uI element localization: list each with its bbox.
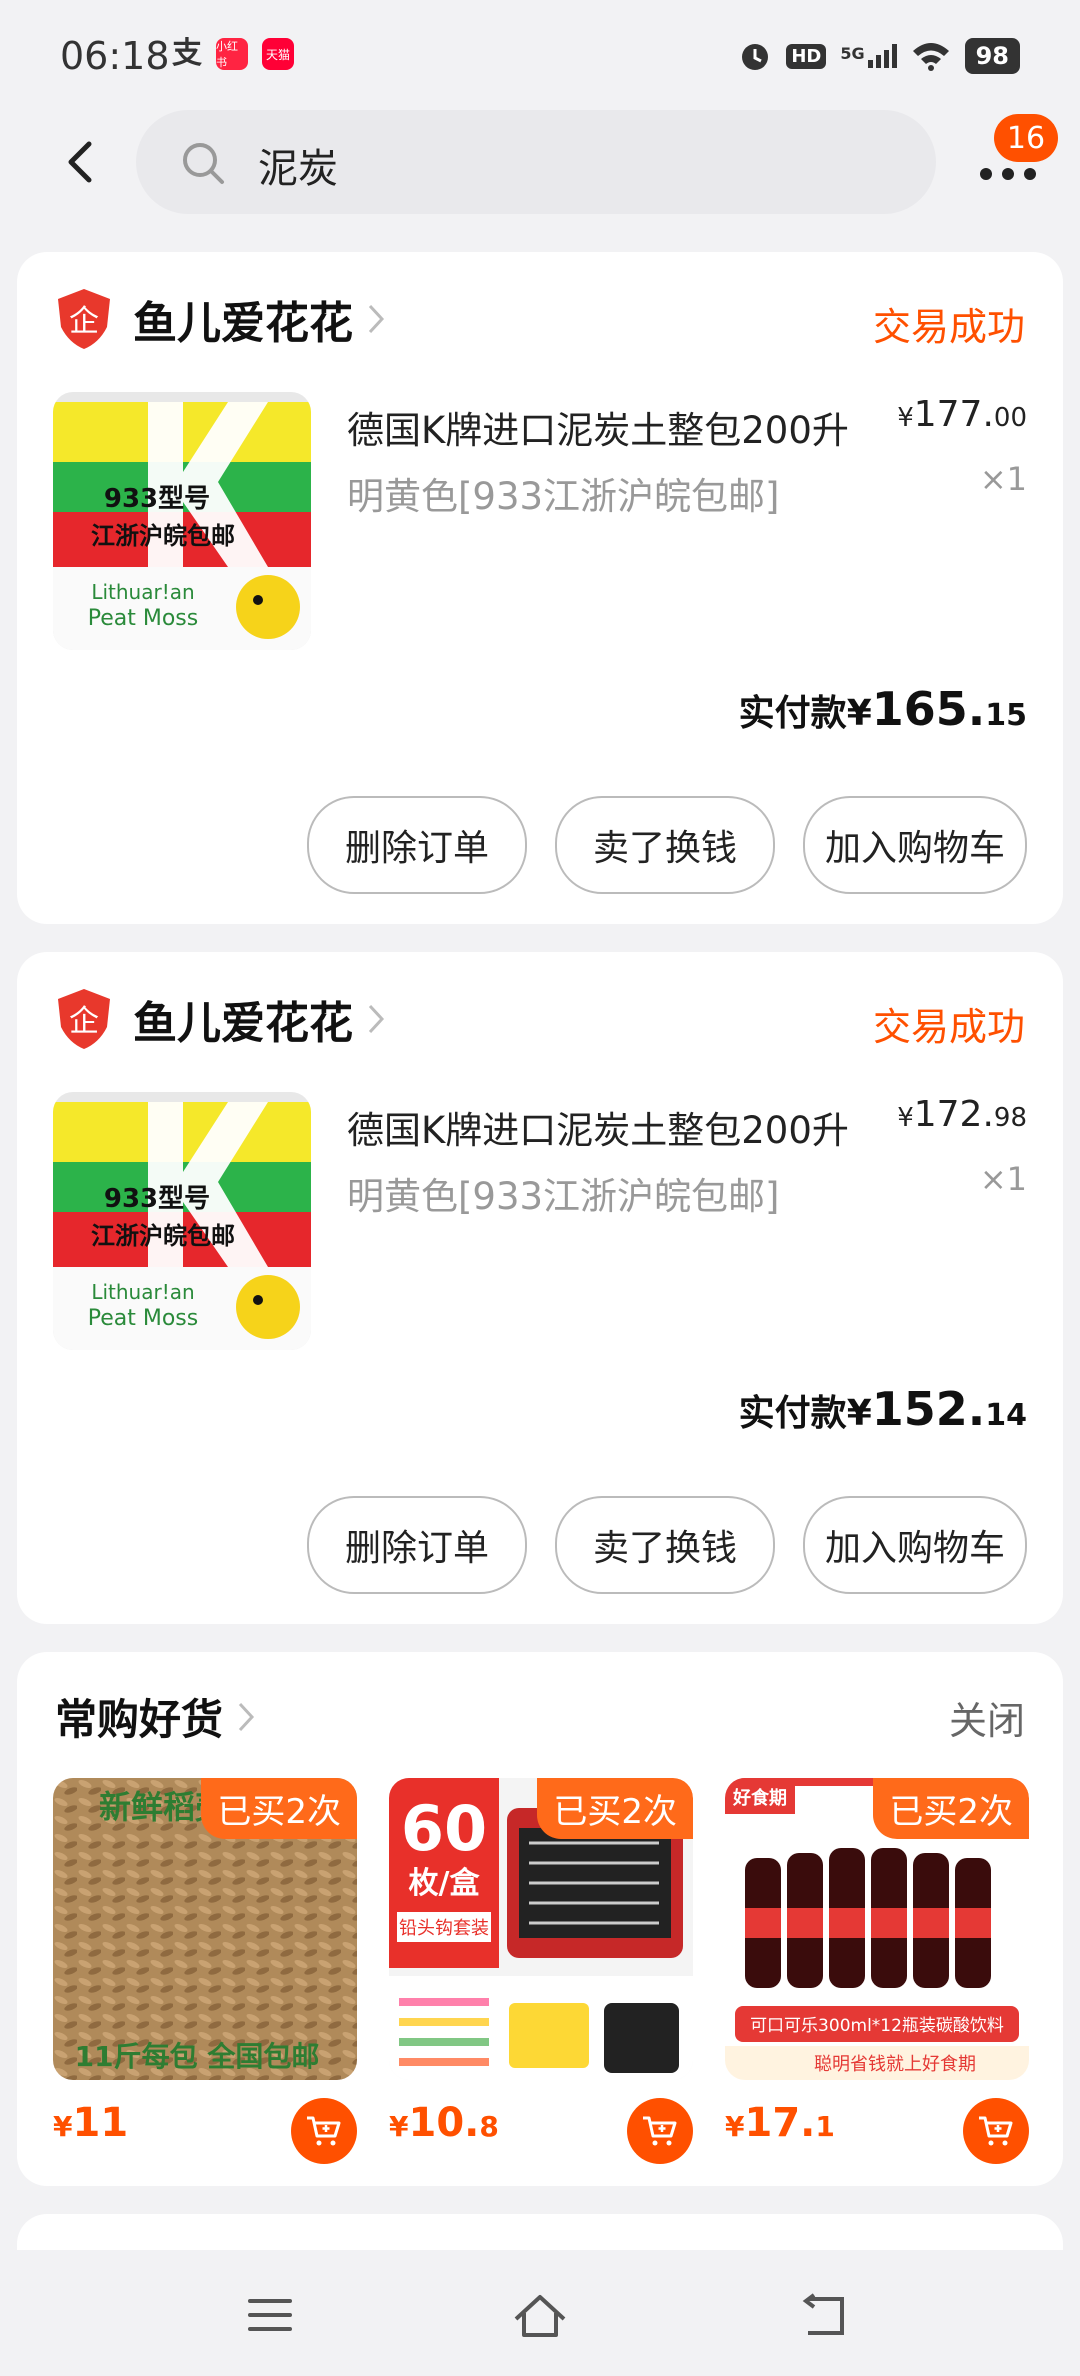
chevron-right-icon xyxy=(368,1004,385,1034)
back-button[interactable] xyxy=(50,132,110,192)
svg-text:江浙沪皖包邮: 江浙沪皖包邮 xyxy=(91,1222,235,1250)
item-price: ¥10.8 xyxy=(389,2100,499,2146)
order-card: 企 鱼儿爱花花 交易成功 933型号 江浙沪皖包邮 Lithuar!an Pea… xyxy=(17,252,1063,924)
svg-text:11斤每包 全国包邮: 11斤每包 全国包邮 xyxy=(75,2040,320,2073)
svg-text:933型号: 933型号 xyxy=(104,1184,210,1214)
frequent-item[interactable]: 60 枚/盒 铅头钩套装 已买2次 ¥10.8 xyxy=(389,1778,693,2164)
enterprise-shield-icon: 企 xyxy=(58,989,110,1049)
product-image: 60 枚/盒 铅头钩套装 已买2次 xyxy=(389,1778,693,2080)
product-image: 新鲜稻壳 11斤每包 全国包邮 已买2次 xyxy=(53,1778,357,2080)
order-actions: 删除订单 卖了换钱 加入购物车 xyxy=(306,796,1027,894)
delete-order-button[interactable]: 删除订单 xyxy=(306,796,527,894)
notification-icons: 支 小红书 天猫 xyxy=(172,38,294,70)
product-title[interactable]: 德国K牌进口泥炭土整包200升 xyxy=(347,1100,887,1154)
back-nav-button[interactable] xyxy=(784,2280,864,2350)
enterprise-shield-icon: 企 xyxy=(58,289,110,349)
product-image[interactable]: 933型号 江浙沪皖包邮 Lithuar!an Peat Moss xyxy=(53,1092,311,1350)
delete-order-button[interactable]: 删除订单 xyxy=(306,1496,527,1594)
unit-price: ¥172.98 xyxy=(897,1094,1027,1135)
order-card: 企 鱼儿爱花花 交易成功 933型号 江浙沪皖包邮 Lithuar!an Pea… xyxy=(17,952,1063,1624)
chevron-left-icon xyxy=(68,141,92,183)
home-button[interactable] xyxy=(500,2280,580,2350)
product-spec: 明黄色[933江浙沪皖包邮] xyxy=(347,1175,780,1218)
cart-icon xyxy=(643,2116,677,2146)
alipay-icon: 支 xyxy=(172,36,202,71)
product-spec: 明黄色[933江浙沪皖包邮] xyxy=(347,475,780,518)
system-nav-bar xyxy=(0,2250,1080,2376)
svg-text:Lithuar!an: Lithuar!an xyxy=(91,580,194,604)
svg-text:Peat Moss: Peat Moss xyxy=(88,1306,198,1331)
status-right-icons: HD 5G 98 xyxy=(738,38,1020,74)
svg-text:60: 60 xyxy=(401,1792,487,1865)
search-header: 泥炭 16 xyxy=(0,110,1080,220)
shop-name: 鱼儿爱花花 xyxy=(133,298,353,349)
tmall-icon: 天猫 xyxy=(262,38,294,70)
bought-count-tag: 已买2次 xyxy=(537,1778,693,1839)
search-input[interactable]: 泥炭 xyxy=(136,110,936,214)
product-image: 好食期 可口可乐300ml*12瓶装碳酸饮料 聪明省钱就上好食期 已买2次 xyxy=(725,1778,1029,2080)
bought-count-tag: 已买2次 xyxy=(201,1778,357,1839)
message-badge: 16 xyxy=(994,114,1058,162)
cart-icon xyxy=(307,2116,341,2146)
add-to-cart-button[interactable] xyxy=(627,2098,693,2164)
hd-icon: HD xyxy=(786,43,827,69)
svg-text:可口可乐300ml*12瓶装碳酸饮料: 可口可乐300ml*12瓶装碳酸饮料 xyxy=(750,2016,1004,2036)
battery-icon: 98 xyxy=(964,38,1020,74)
paid-amount: 实付款¥152.14 xyxy=(738,1382,1027,1436)
product-image[interactable]: 933型号 江浙沪皖包邮 Lithuar!an Peat Moss xyxy=(53,392,311,650)
frequent-goods-title[interactable]: 常购好货 xyxy=(55,1686,255,1747)
signal-icon: 5G xyxy=(840,44,897,68)
quantity: ×1 xyxy=(979,1160,1027,1198)
shop-link[interactable]: 企 鱼儿爱花花 xyxy=(55,984,385,1054)
paid-amount: 实付款¥165.15 xyxy=(738,682,1027,736)
svg-text:好食期: 好食期 xyxy=(732,1787,787,1809)
status-bar: 06:18 支 小红书 天猫 HD 5G 98 xyxy=(0,0,1080,110)
menu-icon xyxy=(248,2299,292,2331)
svg-text:铅头钩套装: 铅头钩套装 xyxy=(399,1918,489,1939)
frequent-item[interactable]: 新鲜稻壳 11斤每包 全国包邮 已买2次 ¥11 xyxy=(53,1778,357,2164)
back-nav-icon xyxy=(802,2293,844,2335)
order-status: 交易成功 xyxy=(872,305,1025,349)
order-actions: 删除订单 卖了换钱 加入购物车 xyxy=(306,1496,1027,1594)
xiaohongshu-icon: 小红书 xyxy=(216,38,248,70)
cart-icon xyxy=(979,2116,1013,2146)
quantity: ×1 xyxy=(979,460,1027,498)
menu-button[interactable] xyxy=(230,2280,310,2350)
wifi-icon xyxy=(912,43,949,71)
add-to-cart-button[interactable] xyxy=(963,2098,1029,2164)
svg-text:江浙沪皖包邮: 江浙沪皖包邮 xyxy=(91,522,235,550)
add-to-cart-button[interactable]: 加入购物车 xyxy=(802,796,1027,894)
svg-text:企: 企 xyxy=(69,1004,99,1039)
close-button[interactable]: 关闭 xyxy=(949,1690,1025,1745)
item-price: ¥17.1 xyxy=(725,2100,835,2146)
svg-text:933型号: 933型号 xyxy=(104,484,210,514)
home-icon xyxy=(514,2295,566,2337)
frequent-goods-card: 常购好货 关闭 新鲜稻壳 11斤每包 全国包邮 已买2次 ¥11 60 枚/盒 … xyxy=(17,1652,1063,2186)
frequent-item[interactable]: 好食期 可口可乐300ml*12瓶装碳酸饮料 聪明省钱就上好食期 已买2次 ¥1… xyxy=(725,1778,1029,2164)
unit-price: ¥177.00 xyxy=(897,394,1027,435)
status-time: 06:18 xyxy=(60,34,170,78)
search-icon xyxy=(183,143,224,184)
search-query: 泥炭 xyxy=(258,146,338,192)
svg-text:枚/盒: 枚/盒 xyxy=(409,1866,481,1901)
add-to-cart-button[interactable]: 加入购物车 xyxy=(802,1496,1027,1594)
bought-count-tag: 已买2次 xyxy=(873,1778,1029,1839)
add-to-cart-button[interactable] xyxy=(291,2098,357,2164)
more-button[interactable]: 16 xyxy=(970,114,1058,200)
item-price: ¥11 xyxy=(53,2100,129,2146)
shop-name: 鱼儿爱花花 xyxy=(133,998,353,1049)
resell-button[interactable]: 卖了换钱 xyxy=(554,1496,775,1594)
alarm-icon xyxy=(742,44,769,70)
more-dots-icon xyxy=(980,168,1036,180)
shop-link[interactable]: 企 鱼儿爱花花 xyxy=(55,284,385,354)
order-status: 交易成功 xyxy=(872,1005,1025,1049)
svg-text:Peat Moss: Peat Moss xyxy=(88,606,198,631)
resell-button[interactable]: 卖了换钱 xyxy=(554,796,775,894)
chevron-right-icon xyxy=(368,304,385,334)
svg-text:Lithuar!an: Lithuar!an xyxy=(91,1280,194,1304)
product-title[interactable]: 德国K牌进口泥炭土整包200升 xyxy=(347,400,887,454)
svg-text:聪明省钱就上好食期: 聪明省钱就上好食期 xyxy=(814,2054,976,2075)
svg-text:企: 企 xyxy=(69,304,99,339)
chevron-right-icon xyxy=(238,1702,255,1731)
